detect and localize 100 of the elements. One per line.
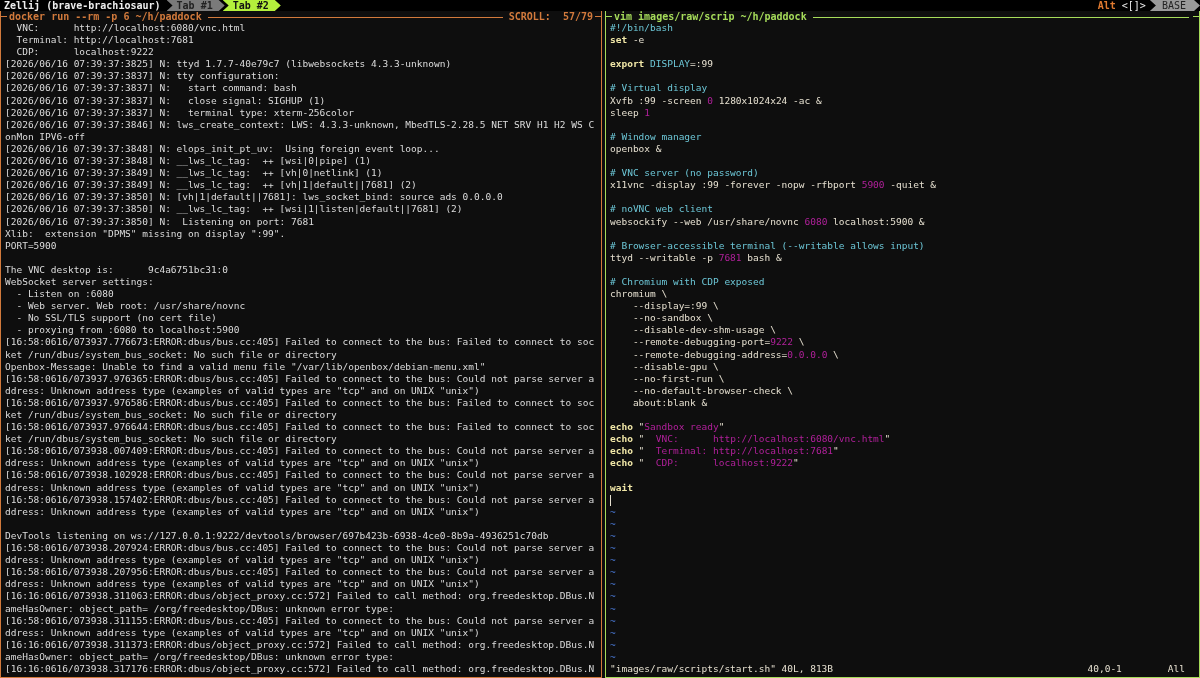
tab[interactable]: Tab #2 bbox=[222, 0, 281, 11]
terminal-line: WebSocket server settings: bbox=[5, 275, 155, 289]
terminal-line: onMon IPV6-off bbox=[5, 130, 87, 143]
empty-line-marker: ~ bbox=[610, 554, 616, 566]
terminal-line: [16:58:0616/073938.157402:ERROR:dbus/bus.cc:405] Failed to connect to the bus: Could not parse server a bbox=[5, 493, 596, 506]
code-line: --disable-gpu \ bbox=[631, 360, 720, 373]
terminal-line: [2026/06/16 07:39:37:3849] N: __lws_lc_tag: ++ [vh|0|netlink] (1) bbox=[5, 167, 384, 180]
terminal-line: [16:58:0616/073938.207924:ERROR:dbus/bus.cc:405] Failed to connect to the bus: Could not parse server a bbox=[5, 542, 596, 555]
terminal-line: ket /run/dbus/system_bus_socket: No such file or directory bbox=[5, 348, 338, 361]
terminal-line: [16:58:0616/073937.776673:ERROR:dbus/bus.cc:405] Failed to connect to the bus: Failed to connect to soc bbox=[5, 336, 596, 349]
code-line: --remote-debugging-port=9222 \ bbox=[631, 336, 806, 349]
code-line: openbox & bbox=[610, 142, 663, 156]
code-line: # Chromium with CDP exposed bbox=[610, 275, 766, 289]
code-line: echo " VNC: http://localhost:6080/vnc.html" bbox=[610, 433, 892, 446]
terminal-line: [2026/06/16 07:39:37:3846] N: lws_create_context: LWS: 4.3.3-unknown, MbedTLS-2.28.5 NET SRV H1 H2 WS C bbox=[5, 118, 596, 131]
editor-pane[interactable] bbox=[605, 11, 1200, 678]
terminal-line: ddress: Unknown address type (examples of valid types are "tcp" and on UNIX "unix") bbox=[5, 505, 481, 518]
terminal-line: [2026/06/16 07:39:37:3837] N: tty configuration: bbox=[5, 70, 281, 83]
code-line: # noVNC web client bbox=[610, 203, 714, 216]
code-line: # Window manager bbox=[610, 130, 703, 143]
terminal-line: ket /run/dbus/system_bus_socket: No such file or directory bbox=[5, 433, 338, 446]
mode-indicator: BASE bbox=[1149, 0, 1200, 11]
terminal-line: [16:16:0616/073938.317176:ERROR:dbus/object_proxy.cc:572] Failed to call method: org.freedesktop.DBus.N bbox=[5, 662, 596, 676]
empty-line-marker: ~ bbox=[610, 602, 616, 614]
pane-title: docker run --rm -p 6 ~/h/paddock bbox=[9, 11, 203, 22]
code-line: --no-default-browser-check \ bbox=[631, 384, 795, 397]
terminal-line: CDP: localhost:9222 bbox=[15, 46, 155, 59]
terminal-line: [2026/06/16 07:39:37:3848] N: __lws_lc_tag: ++ [wsi|0|pipe] (1) bbox=[5, 155, 373, 168]
empty-line-marker: ~ bbox=[610, 650, 616, 662]
terminal-line: ameHasOwner: object_path= /org/freedesktop/DBus: unknown error type: bbox=[5, 650, 395, 663]
terminal-line: [2026/06/16 07:39:37:3837] N: close signal: SIGHUP (1) bbox=[5, 94, 327, 107]
code-line: --disable-dev-shm-usage \ bbox=[631, 324, 777, 337]
session-name: Zellij (brave-brachiosaur) bbox=[3, 0, 161, 11]
terminal-line: [2026/06/16 07:39:37:3825] N: ttyd 1.7.7-40e79c7 (libwebsockets 4.3.3-unknown) bbox=[5, 58, 453, 71]
empty-line-marker: ~ bbox=[610, 590, 616, 602]
code-line: ttyd --writable -p 7681 bash & bbox=[610, 251, 783, 264]
terminal-line: ket /run/dbus/system_bus_socket: No such file or directory bbox=[5, 409, 338, 422]
code-line: Xvfb :99 -screen 0 1280x1024x24 -ac & bbox=[610, 94, 823, 107]
terminal-line: [16:58:0616/073937.976365:ERROR:dbus/bus.cc:405] Failed to connect to the bus: Could not parse server a bbox=[5, 372, 596, 385]
terminal-line: ameHasOwner: object_path= /org/freedesktop/DBus: unknown error type: bbox=[5, 602, 395, 615]
terminal-line: [16:58:0616/073938.102928:ERROR:dbus/bus.cc:405] Failed to connect to the bus: Could not parse server a bbox=[5, 469, 596, 482]
empty-line-marker: ~ bbox=[610, 529, 616, 541]
empty-line-marker: ~ bbox=[610, 505, 616, 517]
terminal-line: Openbox-Message: Unable to find a valid menu file "/var/lib/openbox/debian-menu.xml" bbox=[5, 360, 487, 373]
tab[interactable]: Tab #1 bbox=[166, 0, 225, 11]
terminal-line: [16:58:0616/073938.207956:ERROR:dbus/bus.cc:405] Failed to connect to the bus: Could not parse server a bbox=[5, 566, 596, 579]
terminal-line: - Listen on :6080 bbox=[15, 288, 115, 301]
code-line: --remote-debugging-address=0.0.0.0 \ bbox=[631, 348, 840, 361]
code-line: echo " Terminal: http://localhost:7681" bbox=[610, 445, 840, 458]
empty-line-marker: ~ bbox=[610, 566, 616, 578]
terminal-line: [2026/06/16 07:39:37:3850] N: __lws_lc_tag: ++ [wsi|1|listen|default||7681] (2) bbox=[5, 203, 464, 216]
terminal-line: Xlib: extension "DPMS" missing on display ":99". bbox=[5, 227, 287, 240]
terminal-line: [2026/06/16 07:39:37:3837] N: terminal type: xterm-256color bbox=[5, 106, 355, 119]
terminal-line: [2026/06/16 07:39:37:3849] N: __lws_lc_tag: ++ [vh|1|default||7681] (2) bbox=[5, 179, 418, 192]
code-line: x11vnc -display :99 -forever -nopw -rfbport 5900 -quiet & bbox=[610, 179, 938, 192]
terminal-line: [16:16:0616/073938.311063:ERROR:dbus/object_proxy.cc:572] Failed to call method: org.freedesktop.DBus.N bbox=[5, 590, 596, 603]
terminal-line: [16:58:0616/073938.007409:ERROR:dbus/bus.cc:405] Failed to connect to the bus: Could not parse server a bbox=[5, 445, 596, 458]
terminal-line: [16:16:0616/073938.311373:ERROR:dbus/object_proxy.cc:572] Failed to call method: org.freedesktop.DBus.N bbox=[5, 638, 596, 651]
terminal-line: [16:58:0616/073937.976586:ERROR:dbus/bus.cc:405] Failed to connect to the bus: Failed to connect to soc bbox=[5, 396, 596, 409]
terminal-line: [2026/06/16 07:39:37:3850] N: [vh|1|default||7681]: lws_socket_bind: source ads 0.0.0.0 bbox=[5, 191, 504, 204]
code-line: # Virtual display bbox=[610, 82, 709, 95]
terminal-line: [16:58:0616/073938.311155:ERROR:dbus/bus.cc:405] Failed to connect to the bus: Could not parse server a bbox=[5, 614, 596, 627]
code-line: about:blank & bbox=[631, 396, 709, 409]
terminal-line: - No SSL/TLS support (no cert file) bbox=[15, 312, 218, 325]
terminal-line: [2026/06/16 07:39:37:3850] N: Listening on port: 7681 bbox=[5, 215, 315, 228]
code-line: echo "Sandbox ready" bbox=[610, 421, 726, 434]
code-line: echo " CDP: localhost:9222" bbox=[610, 457, 800, 470]
terminal-line: Terminal: http://localhost:7681 bbox=[15, 34, 195, 47]
code-line: --no-sandbox \ bbox=[631, 312, 714, 325]
code-line: --no-first-run \ bbox=[631, 372, 726, 385]
terminal-line: ddress: Unknown address type (examples of valid types are "tcp" and on UNIX "unix") bbox=[5, 626, 481, 639]
code-line: # VNC server (no password) bbox=[610, 167, 760, 180]
terminal-line: ddress: Unknown address type (examples of valid types are "tcp" and on UNIX "unix") bbox=[5, 457, 481, 470]
terminal-line: PORT=5900 bbox=[5, 239, 58, 252]
terminal-line: - Web server. Web root: /usr/share/novnc bbox=[15, 300, 247, 313]
pane-title: vim images/raw/scrip ~/h/paddock bbox=[613, 11, 808, 22]
code-line: --display=:99 \ bbox=[631, 300, 720, 313]
empty-line-marker: ~ bbox=[610, 638, 616, 650]
terminal-line: ddress: Unknown address type (examples of valid types are "tcp" and on UNIX "unix") bbox=[5, 481, 481, 494]
terminal-line: ddress: Unknown address type (examples of valid types are "tcp" and on UNIX "unix") bbox=[5, 384, 481, 397]
scroll-indicator: SCROLL: 57/79 bbox=[507, 11, 594, 22]
terminal-line: [2026/06/16 07:39:37:3837] N: start command: bash bbox=[5, 82, 298, 95]
empty-line-marker: ~ bbox=[610, 626, 616, 638]
terminal-line: ddress: Unknown address type (examples of valid types are "tcp" and on UNIX "unix") bbox=[5, 554, 481, 567]
empty-line-marker: ~ bbox=[610, 578, 616, 590]
code-line: wait bbox=[610, 481, 634, 494]
code-line: # Browser-accessible terminal (--writable allows input) bbox=[610, 239, 926, 252]
terminal-line: VNC: http://localhost:6080/vnc.html bbox=[15, 22, 247, 35]
empty-line-marker: ~ bbox=[610, 614, 616, 626]
terminal-line: DevTools listening on ws://127.0.0.1:9222/devtools/browser/697b423b-6938-4ce0-8b9a-4936251c70db bbox=[5, 529, 550, 543]
terminal-line: [2026/06/16 07:39:37:3848] N: elops_init_pt_uv: Using foreign event loop... bbox=[5, 142, 441, 156]
code-line: websockify --web /usr/share/novnc 6080 localhost:5900 & bbox=[610, 215, 926, 228]
terminal-line: The VNC desktop is: 9c4a6751bc31:0 bbox=[5, 263, 230, 276]
code-line: set -e bbox=[610, 34, 646, 47]
terminal-line: - proxying from :6080 to localhost:5900 bbox=[15, 324, 241, 337]
cursor-position: 40,0-1 bbox=[1087, 662, 1122, 676]
file-info: "images/raw/scripts/start.sh" 40L, 813B bbox=[610, 662, 834, 676]
mode-hint: <[]> bbox=[1121, 0, 1146, 11]
terminal-pane[interactable] bbox=[0, 11, 602, 678]
code-line: #!/bin/bash bbox=[610, 22, 674, 35]
